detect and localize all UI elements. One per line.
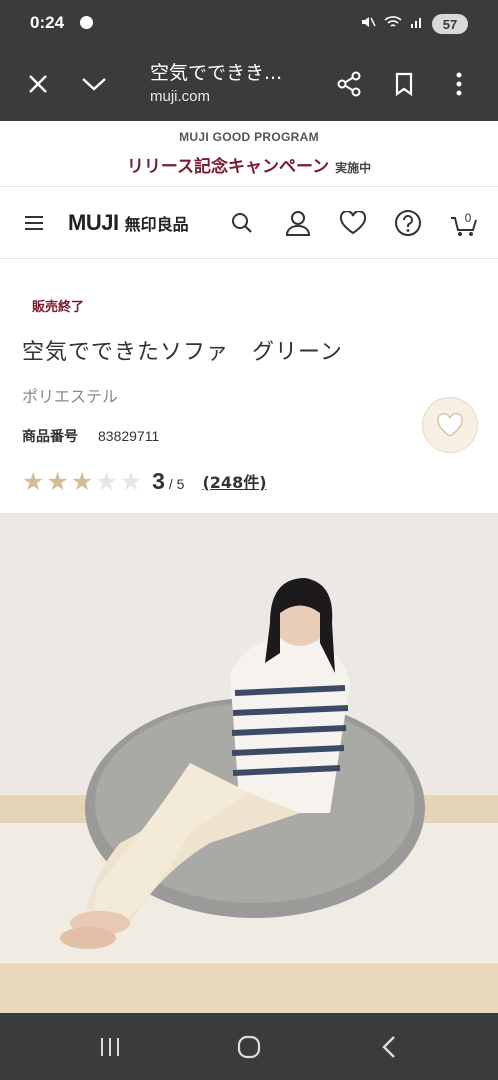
cart-count: 0 [465,211,472,225]
site-header: MUJI 無印良品 0 [0,188,498,259]
star-rating: ★ ★ ★ ★ ★ [22,469,142,494]
promo-title: リリース記念キャンペーン [126,157,330,177]
close-icon[interactable] [20,66,56,102]
product-image[interactable] [0,513,498,1013]
muji-logo[interactable]: MUJI 無印良品 [68,210,189,236]
search-icon[interactable] [224,205,260,241]
star-empty-icon: ★ [95,466,118,496]
rating-row: ★ ★ ★ ★ ★ 3 / 5 (248件) [22,464,267,498]
home-icon[interactable] [227,1025,271,1069]
favorite-button[interactable] [422,397,478,453]
product-code-row: 商品番号 83829711 [22,426,159,446]
system-nav-bar [0,1013,498,1080]
product-photo-illustration [0,513,498,1013]
star-empty-icon: ★ [119,466,143,496]
promo-title-row: リリース記念キャンペーン 実施中 [0,152,498,177]
product-code-label: 商品番号 [22,429,78,445]
sold-out-label: 販売終了 [32,300,85,315]
heart-icon [437,412,463,437]
bookmark-icon[interactable] [386,66,422,102]
heart-icon[interactable] [335,205,371,241]
battery-indicator: 57 [432,14,468,34]
status-icons: 57 [360,14,468,34]
promo-banner[interactable]: MUJI GOOD PROGRAM リリース記念キャンペーン 実施中 [0,121,498,187]
status-time: 0:24 [30,13,65,32]
star-filled-icon: ★ [70,466,94,496]
promo-subtitle: MUJI GOOD PROGRAM [179,130,319,144]
promo-tag: 実施中 [335,161,372,175]
star-filled-icon: ★ [22,466,45,496]
rating-value: 3 [152,467,165,494]
cart-icon[interactable]: 0 [446,205,482,241]
rating-max: / 5 [168,476,185,492]
notification-icon [80,16,93,29]
product-code-value: 83829711 [98,428,160,444]
more-vertical-icon[interactable] [441,66,477,102]
reviews-link[interactable]: (248件) [202,469,266,493]
status-bar: 0:24 57 [0,0,498,48]
page-url[interactable]: muji.com [150,88,210,105]
wifi-icon [384,15,402,33]
chevron-down-icon[interactable] [76,66,112,102]
help-icon[interactable] [390,205,426,241]
page-title[interactable]: 空気でできき... [150,58,282,85]
mute-icon [360,14,376,34]
recent-apps-icon[interactable] [88,1025,132,1069]
user-icon[interactable] [280,205,316,241]
menu-icon[interactable] [16,205,52,241]
logo-text-en: MUJI [68,210,119,235]
product-material: ポリエステル [22,387,119,406]
logo-text-jp: 無印良品 [124,215,189,234]
star-filled-icon: ★ [46,466,69,496]
browser-toolbar: 空気でできき... muji.com [0,48,498,121]
back-icon[interactable] [367,1025,411,1069]
signal-icon [410,15,424,33]
product-info: 販売終了 空気でできたソファ グリーン ポリエステル 商品番号 83829711… [0,260,498,513]
product-name: 空気でできたソファ グリーン [22,340,343,365]
share-icon[interactable] [331,66,367,102]
